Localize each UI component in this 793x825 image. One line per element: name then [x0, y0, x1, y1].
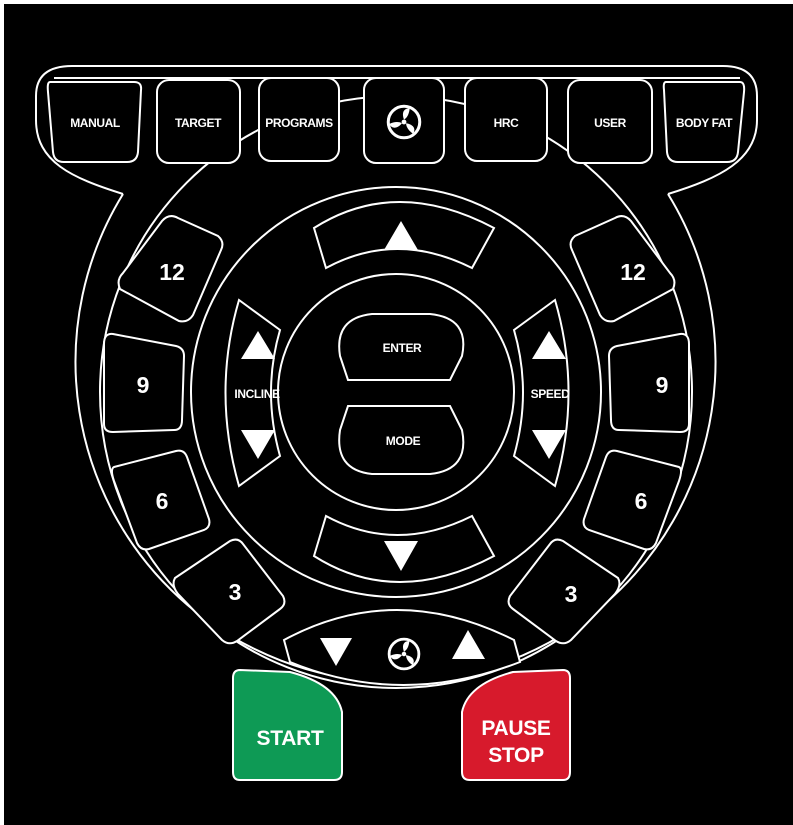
- start-button-body: [232, 668, 343, 781]
- fan-button[interactable]: [363, 77, 445, 164]
- manual-button[interactable]: MANUAL: [46, 81, 143, 163]
- incline-12-label: 12: [159, 259, 185, 285]
- pause-label: PAUSE: [481, 717, 551, 740]
- programs-label: PROGRAMS: [265, 116, 333, 130]
- target-label: TARGET: [175, 116, 222, 130]
- pause-stop-button[interactable]: PAUSE STOP: [461, 668, 571, 781]
- incline-6-label: 6: [156, 488, 169, 514]
- speed-preset-9-button[interactable]: 9: [607, 332, 690, 434]
- incline-control: INCLINE: [224, 298, 282, 488]
- enter-label: ENTER: [383, 341, 422, 355]
- target-button[interactable]: TARGET: [156, 79, 241, 164]
- incline-3-label: 3: [229, 579, 242, 605]
- body-fat-button[interactable]: BODY FAT: [662, 81, 746, 163]
- incline-preset-9-button[interactable]: 9: [103, 332, 186, 434]
- hrc-button[interactable]: HRC: [464, 77, 548, 162]
- speed-control: SPEED: [512, 298, 570, 488]
- speed-6-label: 6: [635, 488, 648, 514]
- mode-button[interactable]: MODE: [338, 405, 465, 475]
- user-label: USER: [594, 116, 626, 130]
- speed-9-label: 9: [656, 372, 669, 398]
- incline-9-label: 9: [137, 372, 150, 398]
- speed-label: SPEED: [531, 387, 570, 401]
- manual-label: MANUAL: [70, 116, 120, 130]
- speed-3-label: 3: [565, 581, 578, 607]
- enter-button[interactable]: ENTER: [338, 313, 465, 381]
- user-button[interactable]: USER: [567, 79, 653, 164]
- body-fat-label: BODY FAT: [676, 116, 733, 130]
- start-button[interactable]: START: [232, 668, 343, 781]
- hrc-label: HRC: [494, 116, 520, 130]
- treadmill-console-panel: MANUAL TARGET PROGRAMS HRC USER BODY FAT: [4, 4, 793, 825]
- incline-label: INCLINE: [234, 387, 280, 401]
- stop-label: STOP: [488, 744, 544, 767]
- mode-label: MODE: [386, 434, 421, 448]
- programs-button[interactable]: PROGRAMS: [258, 77, 340, 162]
- speed-12-label: 12: [620, 259, 646, 285]
- start-label: START: [257, 727, 324, 750]
